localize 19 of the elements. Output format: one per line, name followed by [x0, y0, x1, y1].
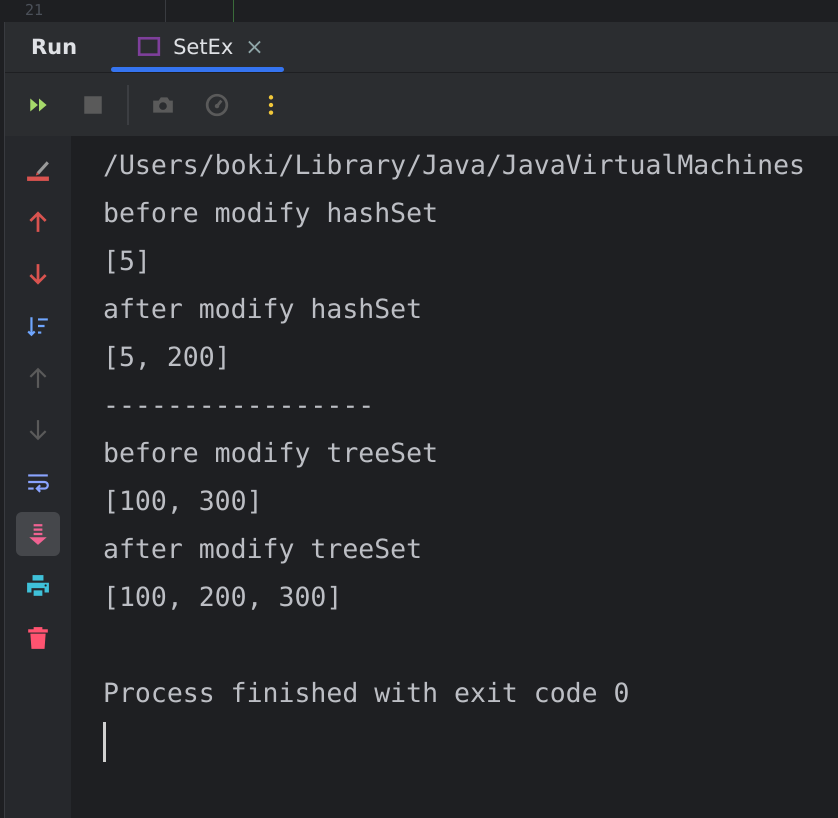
console-line: [100, 300] — [103, 485, 264, 519]
panel-title: Run — [30, 35, 78, 59]
gauge-icon[interactable] — [205, 92, 229, 116]
console-line: ----------------- — [103, 389, 376, 423]
console-line: /Users/boki/Library/Java/JavaVirtualMachines — [103, 149, 806, 183]
console-line: [5] — [103, 245, 152, 279]
console-line: after modify treeSet — [103, 533, 424, 567]
console-line: before modify hashSet — [103, 197, 440, 231]
console-line: after modify hashSet — [103, 293, 424, 327]
toggle-button[interactable] — [16, 512, 60, 556]
run-tab[interactable]: SetEx × — [107, 22, 284, 72]
window-icon — [137, 35, 162, 59]
console-line: Process finished with exit code 0 — [103, 677, 630, 711]
console-line: [100, 200, 300] — [103, 581, 344, 615]
close-icon[interactable]: × — [245, 34, 264, 60]
printer-icon[interactable] — [26, 574, 50, 598]
console-line: [5, 200] — [103, 341, 232, 375]
console-line: before modify treeSet — [103, 437, 440, 471]
trash-icon[interactable] — [26, 626, 50, 650]
